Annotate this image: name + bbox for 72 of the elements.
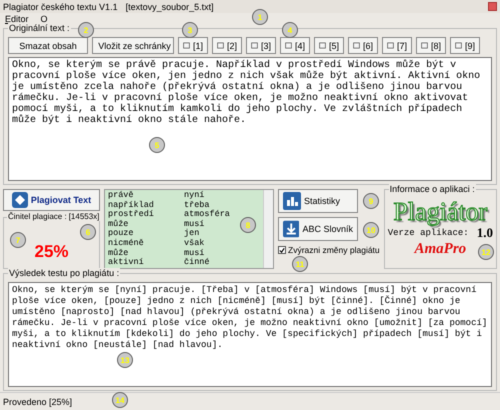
callout-number: 7: [10, 232, 26, 248]
scrollbar[interactable]: [263, 190, 273, 268]
diamond-icon: [12, 192, 28, 208]
slot-button[interactable]: [8]: [416, 37, 446, 54]
word-item[interactable]: atmosféra: [184, 210, 230, 220]
word-item[interactable]: třeba: [184, 200, 210, 210]
word-item[interactable]: musí: [184, 220, 204, 230]
download-icon: [283, 220, 300, 238]
callout-number: 10: [363, 222, 379, 238]
callout-number: 12: [478, 244, 494, 260]
word-item[interactable]: jen: [184, 229, 200, 239]
group-label: Originální text :: [8, 23, 71, 33]
word-item[interactable]: například: [108, 200, 154, 210]
note-icon: [421, 40, 428, 51]
status-text: Provedeno [25%]: [3, 396, 72, 406]
word-item[interactable]: pouze: [108, 229, 134, 239]
word-item[interactable]: aktivní: [108, 258, 144, 268]
note-icon: [217, 40, 224, 51]
word-item[interactable]: může: [108, 220, 128, 230]
factor-count: [14553x]: [68, 212, 100, 221]
callout-number: 11: [292, 256, 308, 272]
callout-number: 2: [78, 22, 94, 38]
check-icon: [279, 246, 285, 254]
slot-button[interactable]: [7]: [382, 37, 412, 54]
word-item[interactable]: prostředí: [108, 210, 154, 220]
callout-number: 6: [80, 224, 96, 240]
chart-icon: [283, 192, 301, 210]
word-item[interactable]: činné: [184, 258, 210, 268]
author-name: AmaPro: [414, 241, 466, 258]
word-item[interactable]: právě: [108, 191, 134, 201]
clear-button[interactable]: Smazat obsah: [8, 37, 88, 54]
statistics-button[interactable]: Statistiky: [278, 189, 358, 213]
slot-button[interactable]: [3]: [246, 37, 276, 54]
factor-value: 25%: [34, 242, 69, 262]
paste-button[interactable]: Vložit ze schránky: [92, 37, 174, 54]
callout-number: 4: [282, 22, 298, 38]
group-label: Výsledek testu po plagiátu :: [8, 268, 120, 278]
menu-item[interactable]: O: [40, 14, 48, 24]
note-icon: [387, 40, 394, 51]
word-item[interactable]: však: [184, 238, 204, 249]
callout-number: 14: [112, 392, 128, 408]
version-label: Verze aplikace:: [388, 228, 469, 238]
slot-button[interactable]: [6]: [348, 37, 378, 54]
slot-button[interactable]: [4]: [280, 37, 310, 54]
close-button[interactable]: [488, 2, 497, 11]
info-label: Informace o aplikaci :: [388, 184, 476, 194]
note-icon: [285, 40, 292, 51]
app-logo: Plagiátor: [393, 198, 488, 225]
factor-label: Činitel plagiace :: [7, 212, 68, 221]
slot-button[interactable]: [9]: [450, 37, 480, 54]
slot-button[interactable]: [1]: [178, 37, 208, 54]
slot-button[interactable]: [2]: [212, 37, 242, 54]
note-icon: [353, 40, 360, 51]
callout-number: 1: [252, 9, 268, 25]
callout-number: 9: [363, 193, 379, 209]
word-item[interactable]: nicméně: [108, 238, 144, 249]
dictionary-button[interactable]: ABC Slovník: [278, 217, 358, 241]
word-item[interactable]: nyní: [184, 191, 204, 201]
menu-item[interactable]: Editor: [5, 14, 29, 24]
plagiate-button[interactable]: Plagiovat Text: [3, 189, 100, 211]
highlight-checkbox[interactable]: Zvýrazni změny plagiátu: [278, 245, 380, 255]
version-number: 1.0: [476, 225, 493, 241]
note-icon: [455, 40, 462, 51]
file-name: [textovy_soubor_5.txt]: [126, 2, 214, 12]
word-item[interactable]: musí: [184, 248, 204, 258]
word-item[interactable]: může: [108, 248, 128, 258]
note-icon: [251, 40, 258, 51]
note-icon: [319, 40, 326, 51]
callout-number: 3: [182, 22, 198, 38]
slot-button[interactable]: [5]: [314, 37, 344, 54]
window-title: Plagiator českého textu V1.1: [3, 2, 118, 12]
note-icon: [183, 40, 190, 51]
